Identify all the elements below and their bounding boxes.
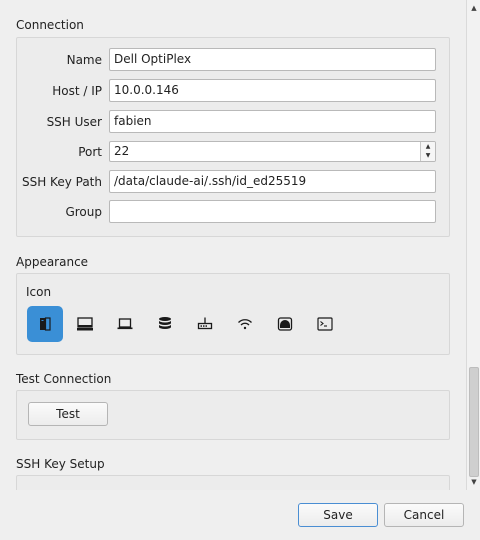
group-field[interactable] <box>109 200 436 223</box>
save-button[interactable]: Save <box>298 503 378 527</box>
spin-down-icon[interactable]: ▼ <box>421 152 435 162</box>
name-field[interactable]: Dell OptiPlex <box>109 48 436 71</box>
port-value: 22 <box>114 144 130 158</box>
cancel-button[interactable]: Cancel <box>384 503 464 527</box>
spin-up-icon[interactable]: ▲ <box>421 142 435 152</box>
terminal-icon[interactable] <box>307 306 343 342</box>
nas-icon[interactable] <box>267 306 303 342</box>
ssh-key-setup-group <box>16 475 450 490</box>
host-label: Host / IP <box>52 84 102 98</box>
desktop-icon[interactable] <box>67 306 103 342</box>
test-connection-section-title: Test Connection <box>16 372 112 386</box>
wifi-icon[interactable] <box>227 306 263 342</box>
port-label: Port <box>78 145 102 159</box>
host-field[interactable]: 10.0.0.146 <box>109 79 436 102</box>
vertical-scrollbar[interactable]: ▲ ▼ <box>466 0 480 490</box>
icon-label: Icon <box>26 285 52 299</box>
test-button[interactable]: Test <box>28 402 108 426</box>
scroll-up-icon[interactable]: ▲ <box>467 1 480 15</box>
ssh-key-setup-section-title: SSH Key Setup <box>16 457 105 471</box>
settings-scroll-area[interactable]: Connection Name Dell OptiPlex Host / IP … <box>0 0 466 490</box>
port-spinbox[interactable]: 22 ▲ ▼ <box>109 141 436 162</box>
laptop-icon[interactable] <box>107 306 143 342</box>
tower-icon[interactable] <box>27 306 63 342</box>
appearance-section-title: Appearance <box>16 255 89 269</box>
connection-section-title: Connection <box>16 18 84 32</box>
scrollbar-thumb[interactable] <box>469 367 479 477</box>
router-icon[interactable] <box>187 306 223 342</box>
ssh-key-path-label: SSH Key Path <box>21 175 102 189</box>
port-spin-buttons[interactable]: ▲ ▼ <box>420 142 435 161</box>
group-label: Group <box>65 205 102 219</box>
ssh-key-path-field[interactable]: /data/claude-ai/.ssh/id_ed25519 <box>109 170 436 193</box>
ssh-user-label: SSH User <box>46 115 102 129</box>
database-icon[interactable] <box>147 306 183 342</box>
name-label: Name <box>66 53 102 67</box>
scroll-down-icon[interactable]: ▼ <box>467 475 480 489</box>
ssh-user-field[interactable]: fabien <box>109 110 436 133</box>
